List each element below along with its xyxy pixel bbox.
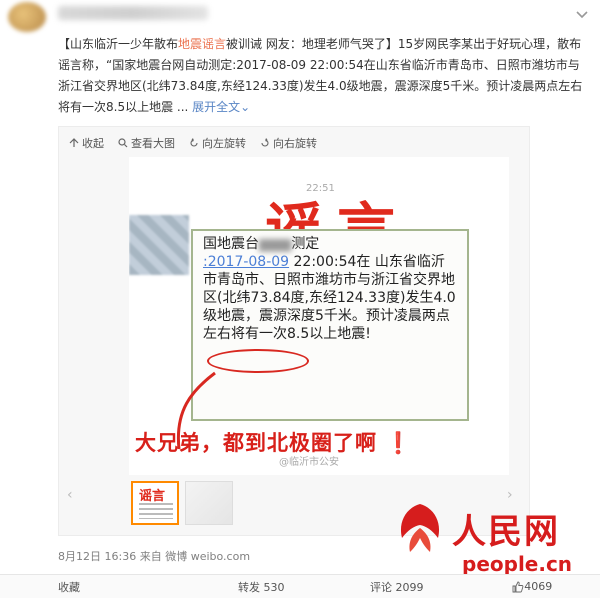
repost-label: 转发 530 bbox=[238, 580, 285, 594]
comment-label: 评论 2099 bbox=[370, 580, 424, 594]
view-large-button[interactable]: 查看大图 bbox=[118, 135, 175, 151]
topic-suffix[interactable]: 被训诫 网友：地理老师气哭了】 bbox=[226, 37, 398, 51]
favorite-label: 收藏 bbox=[58, 580, 80, 594]
collapse-icon bbox=[69, 138, 79, 147]
sms-line-1: 国地震台 bbox=[203, 236, 259, 252]
thumbnail-strip: 谣言 bbox=[131, 479, 233, 527]
sms-date-link: :2017-08-09 bbox=[203, 254, 290, 270]
rotate-left-icon bbox=[190, 138, 198, 147]
thumbnail-title: 谣言 bbox=[139, 489, 166, 504]
view-large-label: 查看大图 bbox=[131, 137, 175, 150]
comment-button[interactable]: 评论 2099 bbox=[329, 575, 465, 598]
expand-full-text-link[interactable]: 展开全文⌄ bbox=[192, 100, 250, 114]
people-logo-icon bbox=[400, 504, 440, 552]
thumbnail-2[interactable] bbox=[185, 481, 233, 525]
red-circle-annotation bbox=[207, 349, 309, 373]
blurred-avatar bbox=[129, 215, 189, 275]
rotate-left-button[interactable]: 向左旋转 bbox=[189, 135, 246, 151]
magnify-icon bbox=[118, 138, 128, 148]
like-button[interactable]: 4069 bbox=[465, 575, 600, 598]
sms-message: 国地震台▆▆▆测定 :2017-08-09 22:00:54在 山东省临沂市青岛… bbox=[191, 229, 469, 421]
chevron-down-icon[interactable] bbox=[574, 6, 590, 22]
logo-text: 人民网 bbox=[452, 512, 560, 552]
media-viewer: 收起 查看大图 向左旋转 向右旋转 22:51 谣言 国地震台▆▆▆测定 :20… bbox=[58, 126, 530, 536]
rotate-right-button[interactable]: 向右旋转 bbox=[260, 135, 317, 151]
caption-label: 大兄弟，都到北极圈了啊 bbox=[135, 431, 377, 455]
from-label: 来自 bbox=[139, 550, 162, 563]
main-image[interactable]: 22:51 谣言 国地震台▆▆▆测定 :2017-08-09 22:00:54在… bbox=[129, 157, 509, 475]
avatar[interactable] bbox=[8, 2, 46, 32]
like-count: 4069 bbox=[524, 580, 553, 593]
topic-prefix[interactable]: 【山东临沂一少年散布 bbox=[58, 37, 178, 51]
username-blurred[interactable] bbox=[58, 6, 208, 20]
thumbs-up-icon bbox=[512, 581, 524, 592]
post-text: 【山东临沂一少年散布地震谣言被训诫 网友：地理老师气哭了】15岁网民李某出于好玩… bbox=[58, 34, 588, 118]
watermark: @临沂市公安 bbox=[279, 457, 339, 468]
thumbnail-1[interactable]: 谣言 bbox=[131, 481, 179, 525]
post-meta: 8月12日 16:36 来自 微博 weibo.com bbox=[58, 548, 250, 564]
collapse-button[interactable]: 收起 bbox=[69, 135, 104, 151]
action-bar: 收藏 转发 530 评论 2099 4069 bbox=[0, 574, 600, 598]
source-link[interactable]: 微博 weibo.com bbox=[165, 550, 250, 563]
collapse-label: 收起 bbox=[82, 137, 104, 150]
rotate-right-icon bbox=[261, 138, 269, 147]
favorite-button[interactable]: 收藏 bbox=[0, 575, 194, 598]
post-ellipsis: ... bbox=[173, 100, 193, 114]
media-toolbar: 收起 查看大图 向左旋转 向右旋转 bbox=[69, 133, 317, 153]
logo-url: people.cn bbox=[462, 552, 573, 576]
thumbnail-lines bbox=[139, 503, 173, 519]
prev-arrow[interactable]: ‹ bbox=[67, 487, 79, 507]
topic-keyword-link[interactable]: 地震谣言 bbox=[178, 37, 226, 51]
sms-line-1b: 测定 bbox=[291, 236, 320, 252]
post-header bbox=[0, 0, 600, 34]
rotate-left-label: 向左旋转 bbox=[202, 137, 246, 150]
post-time[interactable]: 8月12日 16:36 bbox=[58, 550, 136, 563]
sms-time: 22:00:54在 bbox=[289, 254, 371, 270]
repost-button[interactable]: 转发 530 bbox=[194, 575, 330, 598]
caption-text: 大兄弟，都到北极圈了啊 ❗ bbox=[135, 431, 413, 455]
rotate-right-label: 向右旋转 bbox=[273, 137, 317, 150]
